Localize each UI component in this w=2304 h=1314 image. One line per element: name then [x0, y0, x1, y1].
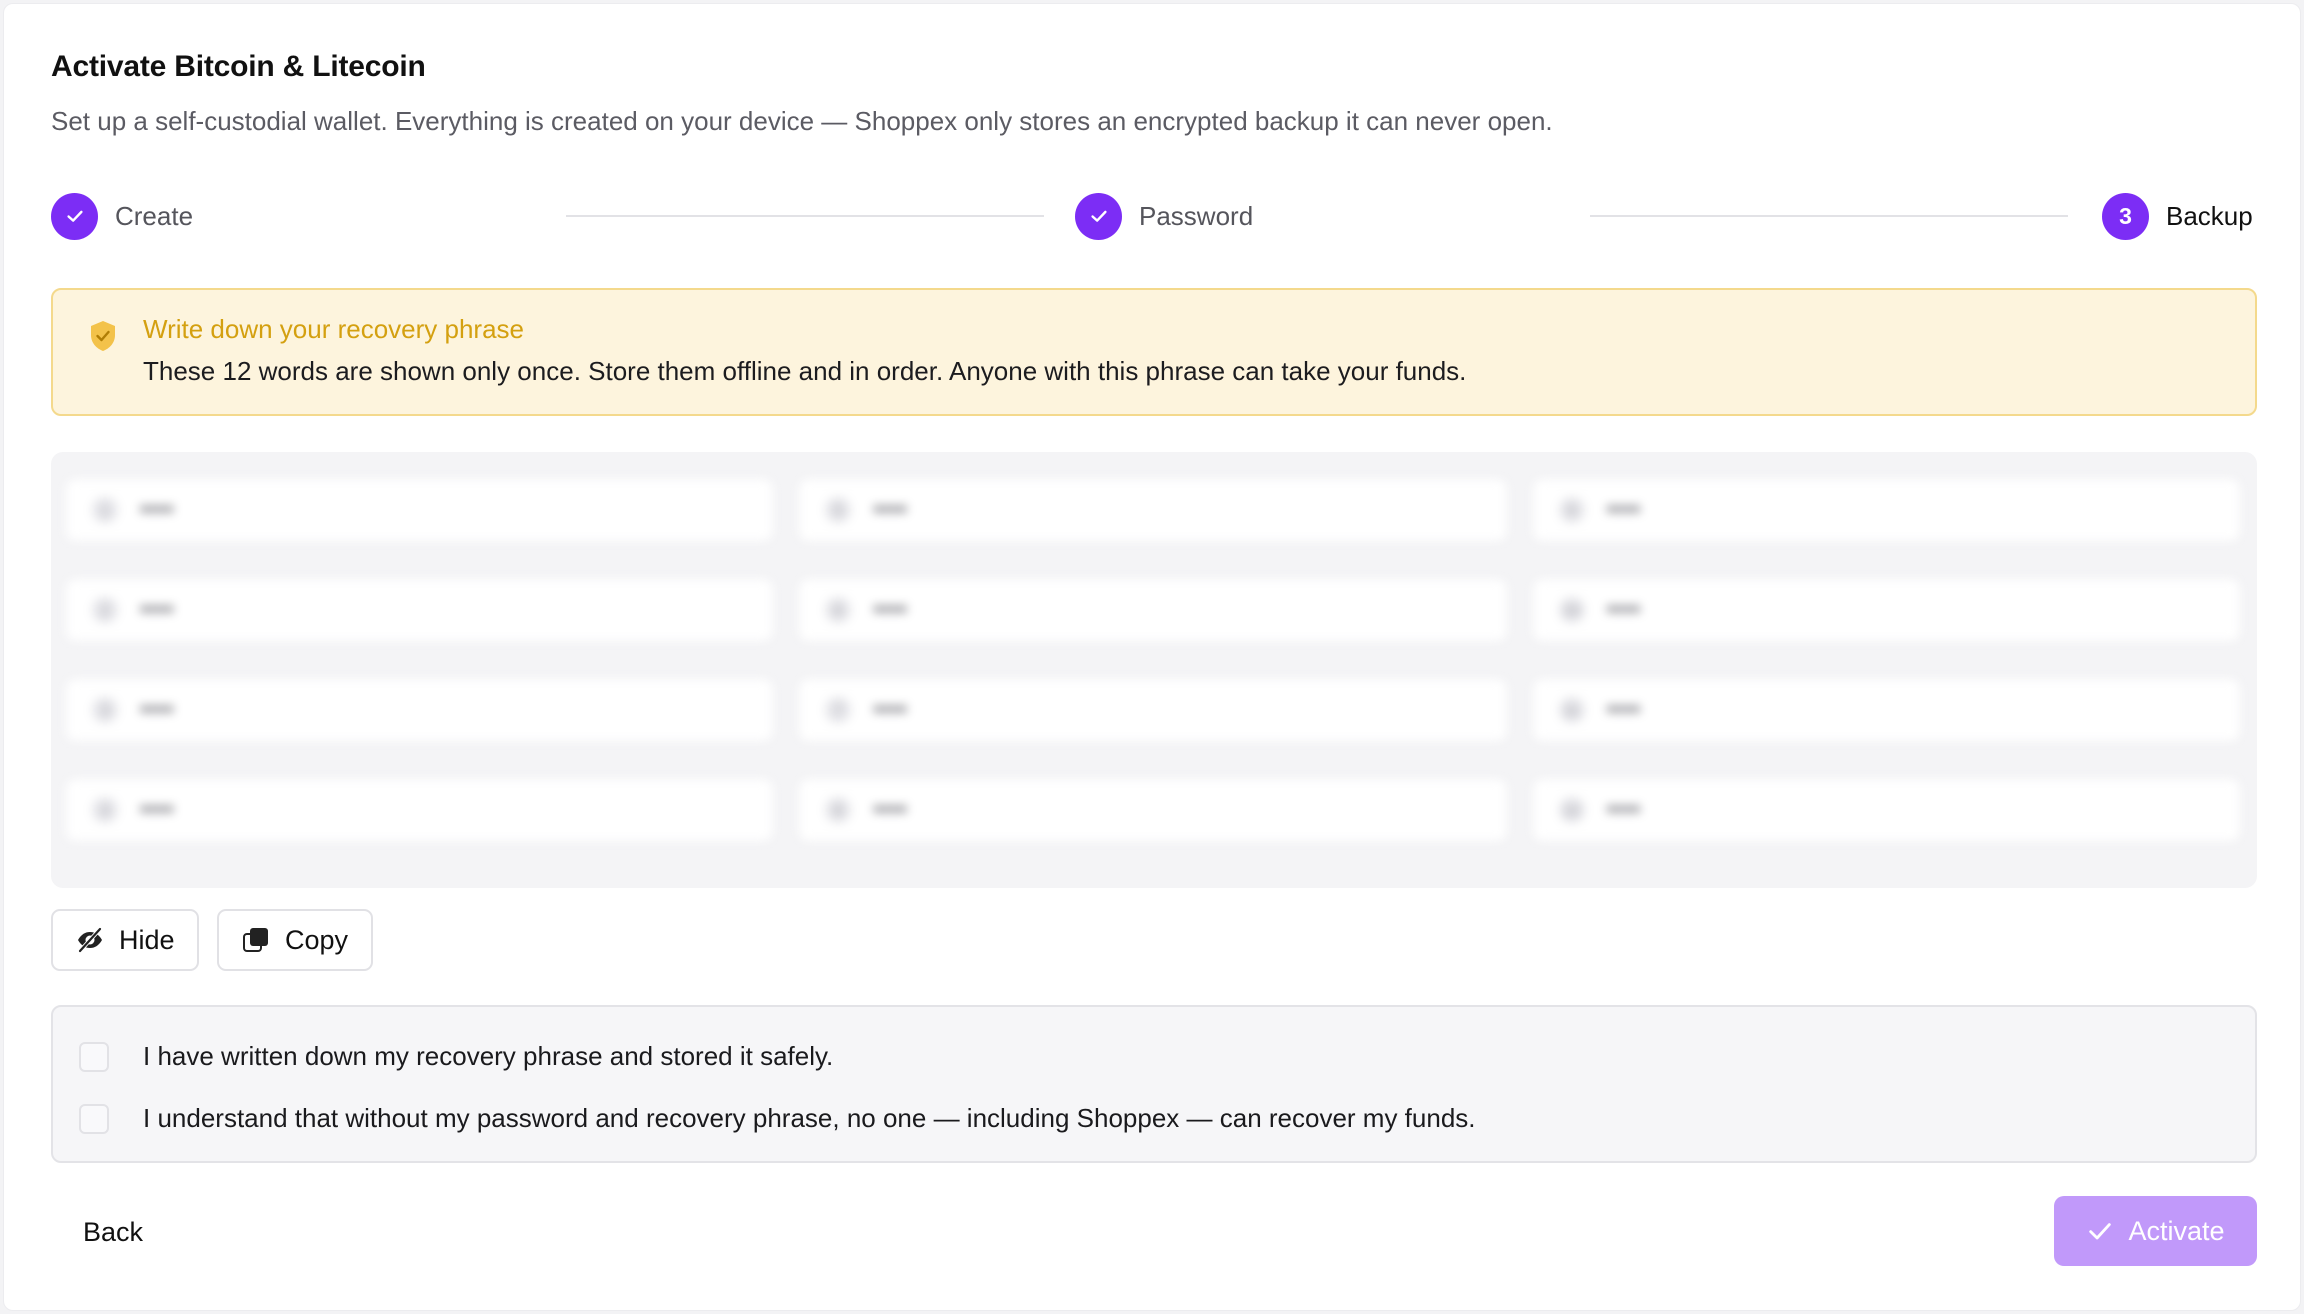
eye-off-icon: [78, 927, 102, 953]
activate-label: Activate: [2128, 1215, 2225, 1246]
step-connector-2: [1590, 215, 2068, 217]
recovery-warning: Write down your recovery phrase These 12…: [51, 288, 2257, 416]
consent-label-2: I understand that without my password an…: [143, 1103, 1476, 1133]
step-backup: 3 Backup: [2102, 192, 2253, 240]
consent-item-written-down[interactable]: I have written down my recovery phrase a…: [79, 1041, 833, 1072]
phrase-word: 12 ••••: [1531, 778, 2241, 842]
phrase-word: 10 ••••: [1531, 578, 2241, 642]
step-password-check-icon: [1075, 192, 1122, 240]
consent-checkbox-1[interactable]: [79, 1041, 109, 1072]
activation-dialog: Activate Bitcoin & Litecoin Set up a sel…: [3, 3, 2301, 1311]
step-backup-label: Backup: [2166, 200, 2253, 231]
phrase-word: 4 ••••: [65, 778, 775, 842]
hide-button[interactable]: Hide: [51, 909, 199, 971]
activate-button[interactable]: Activate: [2054, 1196, 2257, 1266]
warning-title: Write down your recovery phrase: [143, 314, 525, 344]
phrase-word: 3 ••••: [65, 678, 775, 742]
step-create-label: Create: [115, 200, 194, 231]
phrase-word: 2 ••••: [65, 578, 775, 642]
dialog-title: Activate Bitcoin & Litecoin: [51, 50, 426, 83]
phrase-word: 8 ••••: [798, 778, 1508, 842]
consent-panel: I have written down my recovery phrase a…: [51, 1005, 2257, 1163]
dialog-subtitle: Set up a self-custodial wallet. Everythi…: [51, 106, 1553, 136]
phrase-word: 6 ••••: [798, 578, 1508, 642]
phrase-word: 1 ••••: [65, 478, 775, 542]
consent-item-understand[interactable]: I understand that without my password an…: [79, 1103, 1476, 1134]
consent-checkbox-2[interactable]: [79, 1103, 109, 1134]
step-backup-number: 3: [2102, 192, 2149, 240]
copy-label: Copy: [285, 924, 349, 955]
step-connector-1: [566, 215, 1044, 217]
step-create-check-icon: [51, 192, 98, 240]
hide-label: Hide: [119, 924, 175, 955]
phrase-word: 9 ••••: [1531, 478, 2241, 542]
phrase-word: 11 ••••: [1531, 678, 2241, 742]
check-icon: [2089, 1223, 2112, 1240]
phrase-word: 5 ••••: [798, 478, 1508, 542]
step-password-label: Password: [1139, 200, 1254, 231]
copy-icon: [243, 928, 268, 952]
shield-check-icon: [91, 321, 115, 351]
phrase-words-blurred: 1 •••• 5 •••• 9 •••• 2 •••• 6 •••• 10 •••• 3 ••…: [65, 478, 2241, 842]
recovery-phrase-grid: 1 •••• 5 •••• 9 •••• 2 •••• 6 •••• 10 •••• 3 ••…: [51, 452, 2257, 888]
warning-text: These 12 words are shown only once. Stor…: [143, 356, 1467, 386]
back-button[interactable]: Back: [51, 1197, 175, 1267]
stepper: Create Password 3 Backup: [51, 192, 2257, 240]
consent-label-1: I have written down my recovery phrase a…: [143, 1041, 834, 1071]
step-create: Create: [51, 192, 193, 240]
copy-button[interactable]: Copy: [217, 909, 373, 971]
step-password: Password: [1075, 192, 1253, 240]
phrase-word: 7 ••••: [798, 678, 1508, 742]
